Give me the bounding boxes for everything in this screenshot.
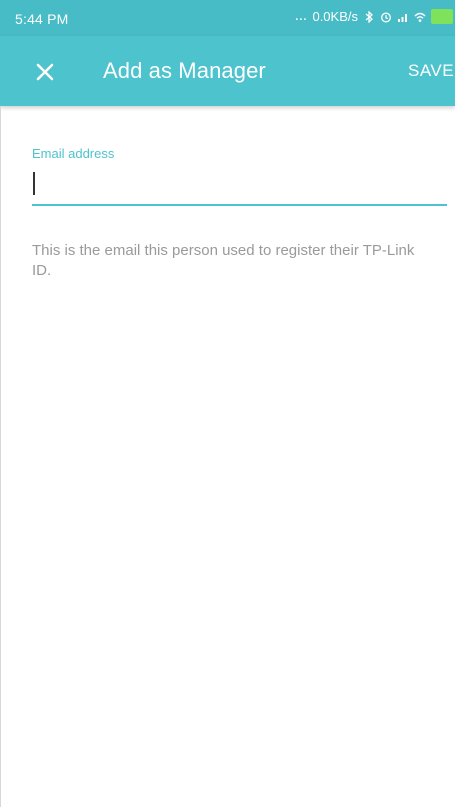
status-bar: 5:44 PM ... 0.0KB/s (0, 0, 455, 36)
status-time: 5:44 PM (15, 11, 69, 27)
email-label: Email address (32, 146, 115, 161)
page-title: Add as Manager (103, 58, 266, 83)
signal-icon (398, 13, 407, 22)
close-icon[interactable] (32, 59, 58, 85)
battery-icon (431, 9, 453, 24)
alarm-icon (381, 12, 391, 22)
save-button[interactable]: SAVE (408, 61, 454, 81)
status-dots: ... (295, 10, 308, 23)
network-speed: 0.0KB/s (312, 9, 358, 24)
bluetooth-icon (365, 10, 373, 23)
screen: 5:44 PM ... 0.0KB/s Add as Manager SAVE … (0, 0, 455, 807)
divider (0, 106, 1, 807)
text-cursor (33, 172, 35, 195)
wifi-icon (414, 12, 426, 22)
status-icons: ... 0.0KB/s (295, 9, 453, 24)
helper-text: This is the email this person used to re… (32, 242, 415, 279)
app-bar: Add as Manager SAVE (0, 36, 455, 106)
email-field[interactable] (32, 166, 447, 206)
